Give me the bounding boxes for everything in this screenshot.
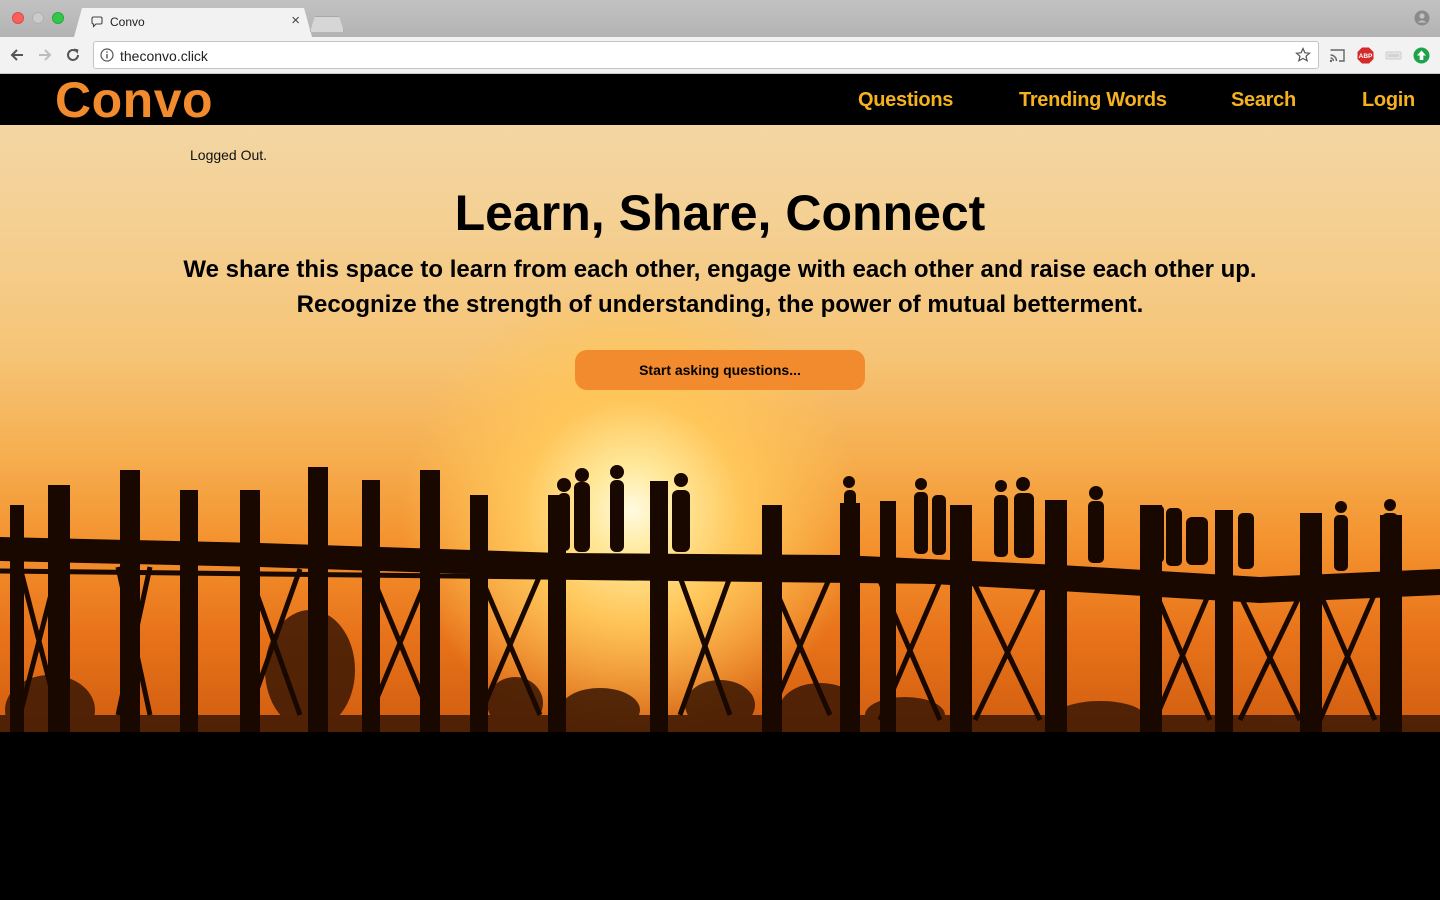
cast-icon[interactable] (1329, 47, 1346, 64)
nav-link-search[interactable]: Search (1231, 89, 1296, 111)
forward-icon[interactable] (36, 46, 54, 64)
hero-section: Logged Out. Learn, Share, Connect We sha… (0, 125, 1440, 732)
browser-tabbar: Convo × (0, 0, 1440, 37)
nav-link-questions[interactable]: Questions (858, 89, 953, 111)
site-logo[interactable]: Convo (55, 75, 213, 125)
tab-title: Convo (110, 15, 145, 29)
info-icon[interactable] (100, 48, 114, 62)
reload-icon[interactable] (64, 46, 82, 64)
zoom-window-button[interactable] (52, 12, 64, 24)
site-navbar: Convo Questions Trending Words Search Lo… (0, 74, 1440, 125)
bookmark-star-icon[interactable] (1295, 47, 1311, 63)
login-status-text: Logged Out. (190, 147, 268, 163)
tab-close-icon[interactable]: × (291, 13, 300, 29)
back-icon[interactable] (8, 46, 26, 64)
minimize-window-button[interactable] (32, 12, 44, 24)
tagline-line-1: We share this space to learn from each o… (183, 256, 1257, 283)
tagline-line-2: Recognize the strength of understanding,… (296, 291, 1144, 318)
hero-headline: Learn, Share, Connect (454, 185, 986, 241)
update-icon[interactable] (1413, 47, 1430, 64)
new-tab-button[interactable] (310, 16, 344, 32)
start-asking-button[interactable]: Start asking questions... (575, 350, 865, 390)
nav-link-trending-words[interactable]: Trending Words (1019, 89, 1167, 111)
browser-toolbar: theconvo.click ABP (0, 37, 1440, 74)
profile-icon[interactable] (1414, 10, 1430, 26)
nav-link-login[interactable]: Login (1362, 89, 1415, 111)
adblock-icon[interactable]: ABP (1357, 47, 1374, 64)
extension-icon[interactable] (1385, 47, 1402, 64)
hero-tagline: We share this space to learn from each o… (0, 252, 1440, 322)
address-bar[interactable]: theconvo.click (93, 41, 1319, 69)
browser-tab[interactable]: Convo × (74, 8, 312, 37)
svg-text:ABP: ABP (1359, 53, 1373, 60)
url-text[interactable]: theconvo.click (120, 48, 208, 64)
chat-bubble-icon (90, 15, 104, 29)
close-window-button[interactable] (12, 12, 24, 24)
